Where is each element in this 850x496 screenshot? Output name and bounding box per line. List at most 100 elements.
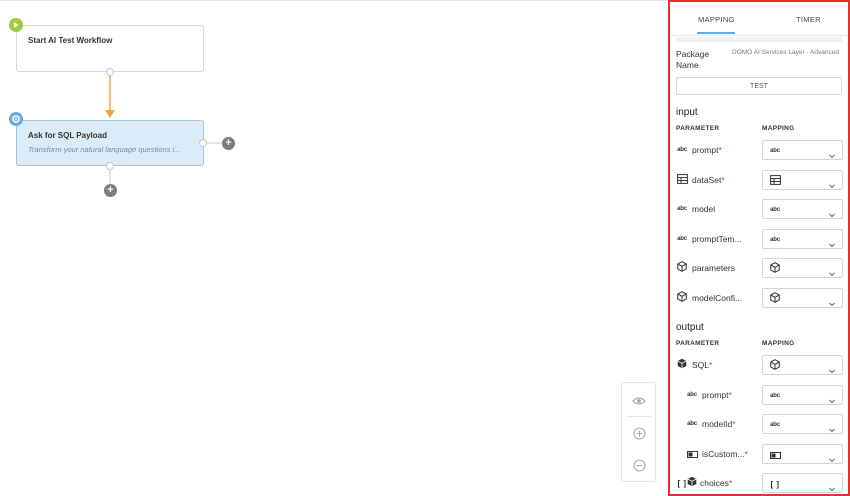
parameter-type-icon xyxy=(676,261,688,274)
text-type-icon: abc xyxy=(687,421,697,427)
parameter-type-icon: abc xyxy=(676,233,688,245)
zoom-separator xyxy=(627,416,651,417)
chevron-down-icon xyxy=(828,177,836,188)
tab-timer[interactable]: TIMER xyxy=(796,15,821,24)
mapping-type-icon: [ ] xyxy=(769,478,781,490)
text-type-icon: abc xyxy=(770,392,780,399)
ask-node-right-port[interactable] xyxy=(199,139,207,147)
chevron-down-icon xyxy=(828,236,836,247)
parameter-row-modelconfi: modelConfi... xyxy=(670,287,848,308)
ask-node-bottom-port[interactable] xyxy=(106,162,114,170)
cube-icon xyxy=(770,290,780,308)
zoom-out-icon[interactable] xyxy=(630,456,648,474)
ask-node[interactable]: Ask for SQL Payload Transform your natur… xyxy=(16,120,204,166)
parameter-name: modelId* xyxy=(702,419,736,429)
parameter-name-text: SQL xyxy=(692,360,710,370)
parameter-type-icon: abc xyxy=(676,144,688,156)
gear-icon xyxy=(9,112,23,126)
mapping-select[interactable] xyxy=(762,355,843,375)
chevron-down-icon xyxy=(828,451,836,462)
cube-icon xyxy=(770,260,780,278)
parameter-type-icon: abc xyxy=(686,389,698,401)
parameter-name-text: prompt xyxy=(702,389,729,400)
text-type-icon: abc xyxy=(770,207,780,213)
parameter-type-icon xyxy=(676,289,688,307)
mapping-type-icon: abc xyxy=(769,419,781,431)
parameter-name-text: modelConfi... xyxy=(692,292,743,303)
zoom-in-icon[interactable] xyxy=(630,424,648,442)
parameter-name: SQL* xyxy=(692,360,712,370)
mapping-select[interactable]: abc xyxy=(762,140,843,160)
test-button[interactable]: TEST xyxy=(676,77,842,95)
chevron-down-icon xyxy=(828,295,836,306)
parameter-row-prompt: abc prompt* abc xyxy=(670,140,848,160)
mapping-type-icon: abc xyxy=(769,204,781,216)
parameter-type-icon: [ ] xyxy=(676,474,698,492)
ask-node-subtitle: Transform your natural language question… xyxy=(28,145,181,154)
mapping-select[interactable]: abc xyxy=(762,228,843,249)
play-icon xyxy=(9,18,23,32)
mapping-panel: MAPPING TIMER Package Name DOMO AI Servi… xyxy=(668,0,850,496)
parameter-name-text: promptTem... xyxy=(692,233,742,244)
parameter-row-dataset: dataSet* xyxy=(670,169,848,190)
parameter-name: prompt* xyxy=(692,145,722,155)
mapping-select[interactable]: [ ] xyxy=(762,473,843,493)
chevron-down-icon xyxy=(828,392,836,403)
output-parameter-header: PARAMETER xyxy=(676,340,720,347)
cube-filled-icon xyxy=(687,474,697,492)
chevron-down-icon xyxy=(828,147,836,159)
parameter-row-prompt: abc prompt* abc xyxy=(670,384,848,405)
start-node[interactable]: Start AI Test Workflow xyxy=(16,25,204,72)
mapping-select[interactable] xyxy=(762,169,843,190)
required-marker: * xyxy=(744,448,748,459)
table-icon xyxy=(676,171,688,189)
parameter-type-icon: abc xyxy=(676,203,688,215)
mapping-select[interactable] xyxy=(762,287,843,308)
panel-scroll-hint xyxy=(676,37,842,42)
mapping-select[interactable] xyxy=(762,258,843,278)
text-type-icon: abc xyxy=(677,235,687,242)
input-parameter-header: PARAMETER xyxy=(676,125,720,132)
parameter-name: modelConfi... xyxy=(692,293,742,303)
parameter-row-choices: [ ] choices* [ ] xyxy=(670,473,848,493)
ask-node-title: Ask for SQL Payload xyxy=(28,131,107,140)
required-marker: * xyxy=(728,389,732,400)
mapping-type-icon xyxy=(769,449,781,461)
parameter-type-icon xyxy=(676,358,688,371)
mapping-select[interactable]: abc xyxy=(762,414,843,434)
workflow-editor: Start AI Test Workflow Ask for SQL Paylo… xyxy=(0,0,850,496)
mapping-select[interactable]: abc xyxy=(762,199,843,219)
required-marker: * xyxy=(718,145,722,155)
chevron-down-icon xyxy=(828,265,836,277)
add-step-button[interactable]: + xyxy=(104,184,117,197)
required-marker: * xyxy=(728,478,733,488)
table-icon xyxy=(769,172,781,190)
parameter-name-text: choices xyxy=(700,478,729,488)
parameter-name-text: dataSet xyxy=(692,174,722,185)
package-name-value: DOMO AI Services Layer - Advanced xyxy=(732,49,839,56)
mapping-type-icon xyxy=(769,359,781,372)
cube-icon xyxy=(677,289,687,307)
parameter-name: choices* xyxy=(700,478,732,488)
add-branch-button[interactable]: + xyxy=(222,137,235,150)
parameter-name-text: model xyxy=(692,204,716,214)
parameter-name-text: isCustom... xyxy=(702,448,745,459)
mapping-type-icon xyxy=(769,172,781,190)
array-icon: [ ] xyxy=(770,479,780,489)
chevron-down-icon xyxy=(828,480,836,492)
tab-mapping[interactable]: MAPPING xyxy=(698,15,735,24)
start-node-output-port[interactable] xyxy=(106,68,114,76)
connector-arrow xyxy=(105,76,222,184)
toggle-icon xyxy=(686,445,698,463)
mapping-select[interactable] xyxy=(762,443,843,464)
input-mapping-header: MAPPING xyxy=(762,125,795,132)
parameter-name: promptTem... xyxy=(692,234,742,244)
eye-icon[interactable] xyxy=(630,392,648,410)
parameter-type-icon: abc xyxy=(686,418,698,430)
workflow-canvas[interactable]: Start AI Test Workflow Ask for SQL Paylo… xyxy=(0,0,668,496)
text-type-icon: abc xyxy=(770,422,780,428)
mapping-select[interactable]: abc xyxy=(762,384,843,405)
toggle-icon xyxy=(769,446,781,464)
parameter-type-icon xyxy=(686,448,698,460)
parameter-row-model: abc model abc xyxy=(670,199,848,219)
